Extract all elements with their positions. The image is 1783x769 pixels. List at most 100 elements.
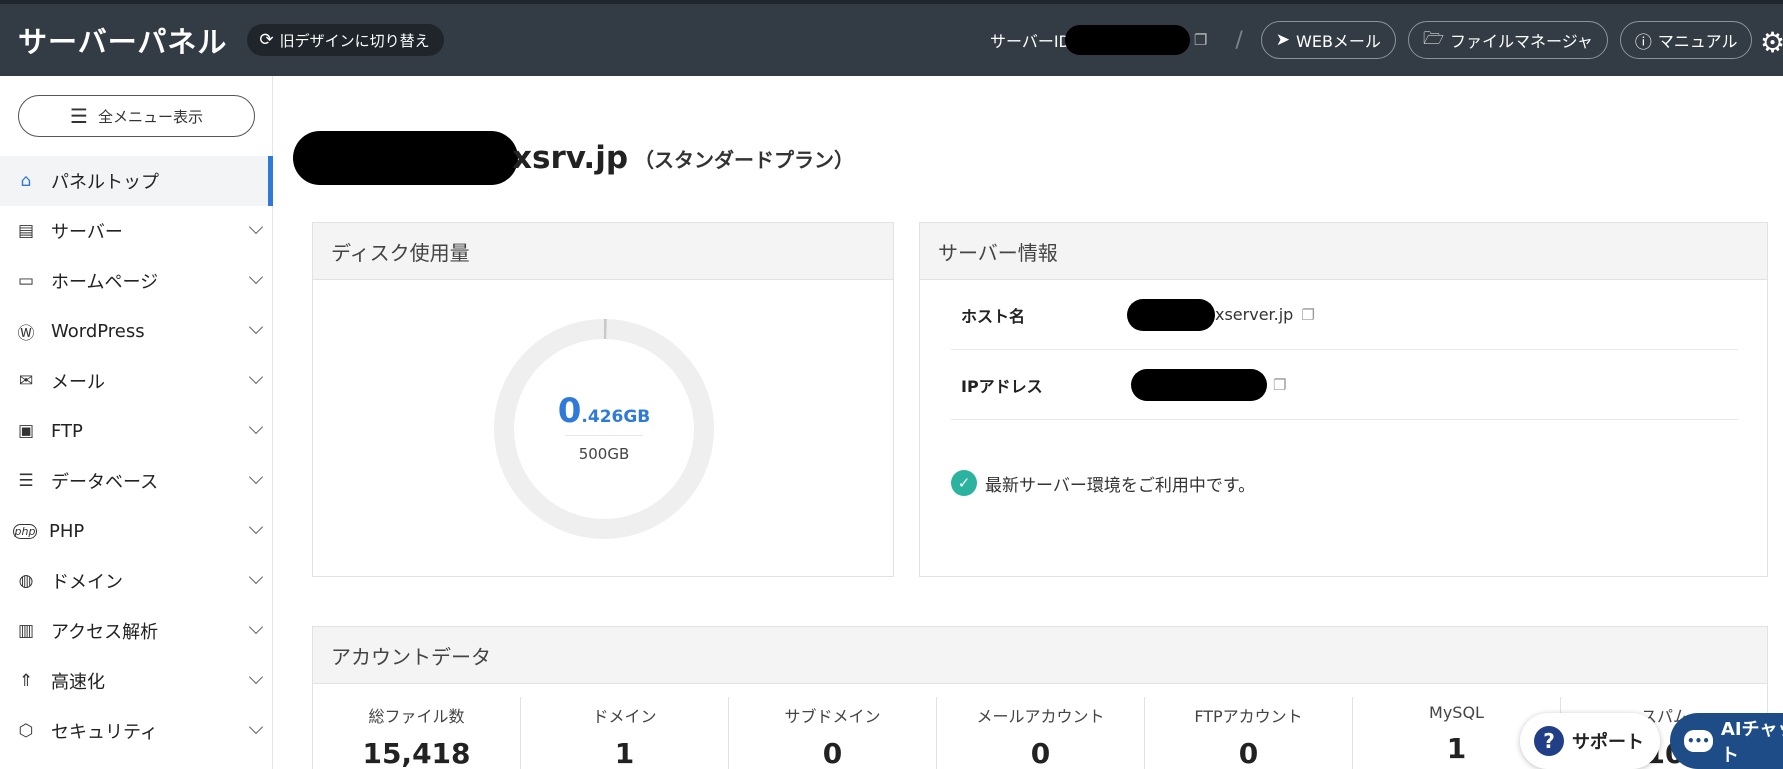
redacted-domain [293, 131, 518, 185]
sidebar-item-label: パネルトップ [51, 172, 159, 193]
sidebar-item-label: WordPress [51, 320, 145, 342]
redacted-server-id [1064, 25, 1190, 55]
redacted-host [1127, 298, 1215, 331]
disk-usage-card: ディスク使用量 0.426GB 500GB [312, 222, 894, 577]
ip-value: ❐ [1131, 368, 1286, 401]
chevron-down-icon [248, 419, 264, 435]
stat-value: 0 [1238, 737, 1259, 769]
all-menu-button[interactable]: ☰ 全メニュー表示 [18, 95, 255, 137]
ftp-monitor-icon: ▣ [17, 421, 35, 441]
page-title: xsrv.jp （スタンダードプラン） [293, 128, 854, 188]
manual-button[interactable]: ⓘ マニュアル [1619, 21, 1753, 59]
ai-chat-button[interactable]: ••• AIチャット [1670, 713, 1783, 769]
ip-row: IPアドレス ❐ [951, 350, 1738, 420]
server-icon: ▤ [17, 221, 35, 241]
webmail-button[interactable]: ➤ WEBメール [1260, 21, 1396, 59]
stat-label: サブドメイン [784, 707, 881, 726]
folder-icon: 🗁 [1422, 28, 1445, 49]
browser-window-icon: ▭ [17, 271, 35, 291]
chevron-down-icon [248, 619, 264, 635]
gear-icon[interactable]: ⚙ [1760, 26, 1783, 59]
copy-icon[interactable]: ❐ [1301, 306, 1314, 324]
refresh-icon: ⟳ [259, 30, 274, 50]
sidebar-item-label: ホームページ [51, 272, 159, 293]
chevron-down-icon [248, 719, 264, 735]
webmail-label: WEBメール [1296, 32, 1381, 51]
divider [565, 435, 643, 436]
check-circle-icon: ✓ [951, 470, 977, 496]
sidebar-item-security[interactable]: ⬡ セキュリティ [0, 706, 273, 756]
stat-value: 0 [822, 737, 843, 769]
copy-icon[interactable]: ❐ [1273, 376, 1286, 394]
stat-label: 総ファイル数 [368, 707, 465, 726]
sidebar-item-label: サーバー [51, 222, 123, 243]
sidebar: ☰ 全メニュー表示 ⌂ パネルトップ ▤ サーバー ▭ ホームページ Ⓦ Wor… [0, 76, 273, 769]
support-button[interactable]: ? サポート [1520, 713, 1660, 769]
sidebar-item-wordpress[interactable]: Ⓦ WordPress [0, 306, 273, 356]
stat-label: メールアカウント [976, 707, 1105, 726]
chevron-down-icon [248, 469, 264, 485]
file-manager-label: ファイルマネージャ [1450, 32, 1593, 51]
chevron-down-icon [248, 569, 264, 585]
shield-icon: ⬡ [18, 721, 34, 741]
speed-icon: ⇑ [18, 671, 34, 691]
globe-icon: ◍ [18, 571, 34, 591]
stat-value: 15,418 [362, 737, 471, 769]
sidebar-item-ftp[interactable]: ▣ FTP [0, 406, 273, 456]
domain-suffix: xsrv.jp [512, 140, 629, 176]
php-icon: php [13, 523, 37, 539]
sidebar-item-homepage[interactable]: ▭ ホームページ [0, 256, 273, 306]
server-status: ✓ 最新サーバー環境をご利用中です。 [951, 470, 1255, 496]
status-text: 最新サーバー環境をご利用中です。 [985, 475, 1256, 496]
sidebar-item-database[interactable]: ☰ データベース [0, 456, 273, 506]
stat-mail-accounts: メールアカウント 0 [937, 697, 1145, 769]
envelope-icon: ✉ [18, 371, 34, 391]
sidebar-item-server[interactable]: ▤ サーバー [0, 206, 273, 256]
stat-label: FTPアカウント [1194, 707, 1303, 726]
chevron-down-icon [248, 219, 264, 235]
chevron-down-icon [248, 269, 264, 285]
sidebar-item-label: データベース [51, 472, 159, 493]
header-actions: サーバーID ❐ / ➤ WEBメール 🗁 ファイルマネージャ ⓘ マニュアル [990, 4, 1764, 76]
stat-value: 1 [614, 737, 635, 769]
file-manager-button[interactable]: 🗁 ファイルマネージャ [1407, 21, 1608, 59]
question-circle-icon: ⓘ [1634, 32, 1652, 53]
host-value: xserver.jp ❐ [1127, 298, 1315, 331]
ip-label: IPアドレス [961, 376, 1043, 396]
host-label: ホスト名 [961, 306, 1026, 326]
wordpress-icon: Ⓦ [17, 323, 35, 344]
sidebar-item-access-analytics[interactable]: ▥ アクセス解析 [0, 606, 273, 656]
separator: / [1235, 27, 1243, 53]
disk-total-value: 500GB [578, 445, 630, 463]
disk-used-frac: .426GB [581, 407, 651, 427]
copy-icon[interactable]: ❐ [1194, 31, 1207, 49]
stat-label: ドメイン [592, 707, 657, 726]
server-id: サーバーID ❐ [990, 25, 1207, 55]
old-design-switch-button[interactable]: ⟳ 旧デザインに切り替え [247, 24, 444, 56]
bar-chart-icon: ▥ [17, 621, 35, 641]
chat-bubble-icon: ••• [1684, 730, 1713, 752]
stat-domains: ドメイン 1 [521, 697, 729, 769]
stat-subdomains: サブドメイン 0 [729, 697, 937, 769]
sidebar-item-label: FTP [51, 420, 83, 442]
disk-used-int: 0 [557, 391, 582, 431]
sidebar-item-php[interactable]: php PHP [0, 506, 273, 556]
brand-title: サーバーパネル [18, 25, 228, 59]
host-suffix: xserver.jp [1215, 305, 1294, 324]
stat-total-files: 総ファイル数 15,418 [313, 697, 521, 769]
old-design-label: 旧デザインに切り替え [279, 31, 430, 50]
host-row: ホスト名 xserver.jp ❐ [951, 280, 1738, 350]
question-icon: ? [1534, 726, 1564, 756]
all-menu-label: 全メニュー表示 [97, 107, 203, 126]
sidebar-item-label: PHP [49, 520, 85, 542]
plan-name: （スタンダードプラン） [634, 147, 855, 172]
sidebar-item-label: セキュリティ [51, 722, 158, 743]
sidebar-item-label: アクセス解析 [51, 622, 159, 643]
sidebar-item-mail[interactable]: ✉ メール [0, 356, 273, 406]
manual-label: マニュアル [1657, 32, 1738, 51]
sidebar-item-domain[interactable]: ◍ ドメイン [0, 556, 273, 606]
sidebar-item-speedup[interactable]: ⇑ 高速化 [0, 656, 273, 706]
sidebar-item-panel-top[interactable]: ⌂ パネルトップ [0, 156, 273, 206]
hamburger-icon: ☰ [70, 104, 88, 128]
database-icon: ☰ [18, 471, 34, 491]
